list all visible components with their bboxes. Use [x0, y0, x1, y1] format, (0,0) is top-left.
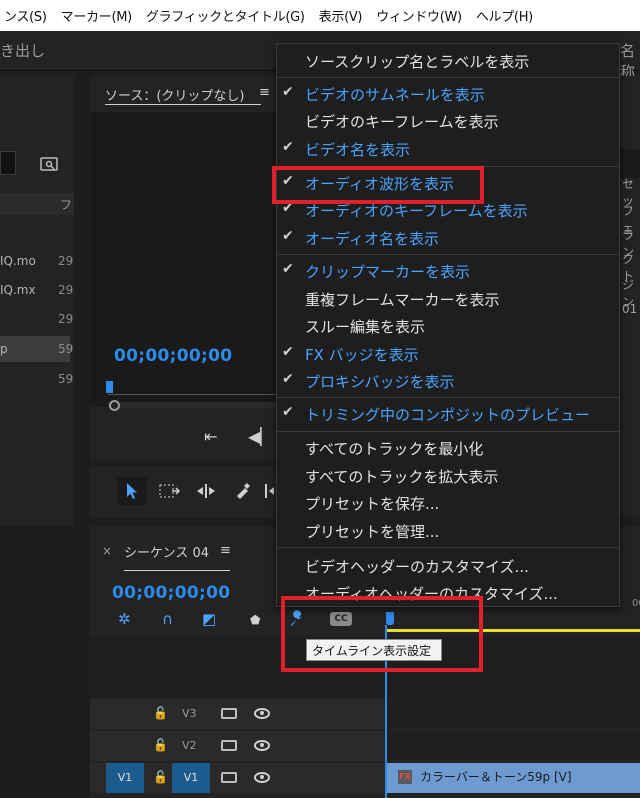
check-icon: ✔	[282, 84, 294, 100]
track-select-icon[interactable]	[156, 477, 184, 505]
menu-separator	[277, 254, 619, 255]
effect-value: 01	[622, 302, 638, 316]
menu-item-minimize-all-tracks[interactable]: すべてのトラックを最小化	[277, 435, 619, 461]
track-v2: 🔓 V2	[90, 731, 640, 761]
lock-icon[interactable]: 🔓	[153, 738, 168, 752]
project-column-header[interactable]: フ	[0, 193, 74, 215]
menu-item-show-duplicate-frame-markers[interactable]: 重複フレームマーカーを表示	[277, 286, 619, 312]
menu-sequence[interactable]: ンス(S)	[0, 6, 54, 25]
list-item[interactable]: 29	[0, 306, 73, 332]
ruler-tick: 00	[632, 598, 640, 609]
menu-item-show-audio-names[interactable]: ✔ オーディオ名を表示	[277, 225, 619, 251]
menu-separator	[277, 397, 619, 398]
check-icon: ✔	[282, 404, 294, 420]
source-patch-v1[interactable]: V1	[106, 763, 144, 793]
timeline-display-settings-menu: ソースクリップ名とラベルを表示 ✔ ビデオのサムネールを表示 ビデオのキーフレーム…	[276, 43, 620, 607]
selection-tool-icon[interactable]	[118, 477, 146, 505]
list-item[interactable]: IQ.mo 29	[0, 248, 73, 274]
source-playhead[interactable]	[106, 381, 113, 393]
clip-label: カラーバー＆トーン59p [V]	[420, 770, 572, 784]
menu-item-expand-all-tracks[interactable]: すべてのトラックを拡大表示	[277, 463, 619, 489]
menu-item-composite-preview-trimming[interactable]: ✔ トリミング中のコンポジットのプレビュー	[277, 401, 619, 427]
magnet-icon[interactable]: ∩	[162, 610, 173, 628]
menu-item-show-through-edits[interactable]: スルー編集を表示	[277, 313, 619, 339]
track-header[interactable]	[90, 699, 386, 729]
menu-item-customize-video-header[interactable]: ビデオヘッダーのカスタマイズ...	[277, 553, 619, 579]
lock-icon[interactable]: 🔓	[153, 770, 168, 784]
source-monitor-title[interactable]: ソース：(クリップなし)	[105, 85, 245, 104]
list-item[interactable]: 59	[0, 366, 73, 392]
track-v3: 🔓 V3	[90, 699, 640, 729]
check-icon: ✔	[282, 261, 294, 277]
panel-menu-icon[interactable]: ≡	[259, 85, 270, 100]
highlight-box-wrench	[281, 596, 483, 672]
eye-icon[interactable]	[254, 772, 270, 783]
timeline-clip[interactable]: FX カラーバー＆トーン59p [V]	[386, 763, 640, 793]
marker-icon[interactable]: ⬟	[250, 613, 260, 627]
track-content[interactable]	[386, 699, 640, 729]
menu-help[interactable]: ヘルプ(H)	[469, 6, 540, 25]
razor-icon[interactable]	[228, 477, 256, 505]
menu-item-show-fx-badges[interactable]: ✔ FX バッジを表示	[277, 341, 619, 367]
menu-item-manage-presets[interactable]: プリセットを管理...	[277, 518, 619, 544]
tab-underline	[105, 104, 261, 105]
track-content[interactable]	[386, 731, 640, 761]
list-item[interactable]: IQ.mx 29	[0, 277, 73, 303]
find-icon[interactable]	[40, 156, 58, 175]
fx-badge-icon: FX	[398, 770, 412, 784]
source-scroll-knob[interactable]	[109, 400, 120, 411]
menu-item-show-source-clip-names[interactable]: ソースクリップ名とラベルを表示	[277, 48, 619, 74]
timeline-timecode[interactable]: 00;00;00;00	[112, 583, 230, 603]
track-name: V2	[182, 739, 197, 752]
menu-item-show-proxy-badges[interactable]: ✔ プロキシバッジを表示	[277, 368, 619, 394]
source-monitor: ソース：(クリップなし) ≡ 00;00;00;00 ⇤ ◀▏	[90, 76, 280, 461]
source-timecode[interactable]: 00;00;00;00	[114, 346, 232, 366]
tab-underline	[124, 570, 230, 571]
check-icon: ✔	[282, 371, 294, 387]
sequence-tab[interactable]: シーケンス 04	[124, 542, 209, 561]
highlight-box-audio-waveform	[272, 166, 484, 204]
lock-icon[interactable]: 🔓	[153, 706, 168, 720]
tools-panel	[90, 466, 280, 518]
menu-separator	[277, 431, 619, 432]
eye-icon[interactable]	[254, 708, 270, 719]
menu-item-show-video-keyframes[interactable]: ビデオのキーフレームを表示	[277, 108, 619, 134]
menu-marker[interactable]: マーカー(M)	[54, 6, 139, 25]
list-item[interactable]: p 59	[0, 336, 73, 362]
menu-view[interactable]: 表示(V)	[312, 6, 370, 25]
menu-separator	[277, 547, 619, 548]
menu-item-show-clip-markers[interactable]: ✔ クリップマーカーを表示	[277, 258, 619, 284]
track-header[interactable]	[90, 731, 386, 761]
track-target-v1[interactable]: V1	[172, 763, 210, 793]
track-v1: V1 🔓 V1 FX カラーバー＆トーン59p [V]	[90, 763, 640, 793]
source-scrollbar[interactable]	[108, 402, 280, 408]
menu-separator	[277, 77, 619, 78]
sync-lock-icon[interactable]	[221, 772, 237, 783]
menu-window[interactable]: ウィンドウ(W)	[369, 6, 469, 25]
track-name: V3	[182, 707, 197, 720]
check-icon: ✔	[282, 228, 294, 244]
workspace-tab-export[interactable]: き出し	[0, 40, 45, 61]
sync-lock-icon[interactable]	[221, 708, 237, 719]
close-icon[interactable]: ×	[102, 544, 112, 558]
nest-icon[interactable]: ✲	[118, 610, 131, 628]
panel-menu-icon[interactable]: ≡	[220, 543, 231, 558]
check-icon: ✔	[282, 344, 294, 360]
menu-item-save-preset[interactable]: プリセットを保存...	[277, 490, 619, 516]
project-search-input[interactable]	[0, 151, 16, 175]
linked-selection-icon[interactable]: ◩	[202, 610, 216, 628]
step-back-icon[interactable]: ◀▏	[248, 427, 273, 446]
mark-in-icon[interactable]: ⇤	[204, 427, 217, 446]
menu-graphics[interactable]: グラフィックとタイトル(G)	[139, 6, 312, 25]
menu-item-show-video-names[interactable]: ✔ ビデオ名を表示	[277, 136, 619, 162]
menu-bar: ンス(S) マーカー(M) グラフィックとタイトル(G) 表示(V) ウィンドウ…	[0, 0, 640, 31]
check-icon: ✔	[282, 139, 294, 155]
ripple-edit-icon[interactable]	[192, 477, 220, 505]
menu-item-show-video-thumbnails[interactable]: ✔ ビデオのサムネールを表示	[277, 81, 619, 107]
eye-icon[interactable]	[254, 740, 270, 751]
sync-lock-icon[interactable]	[221, 740, 237, 751]
